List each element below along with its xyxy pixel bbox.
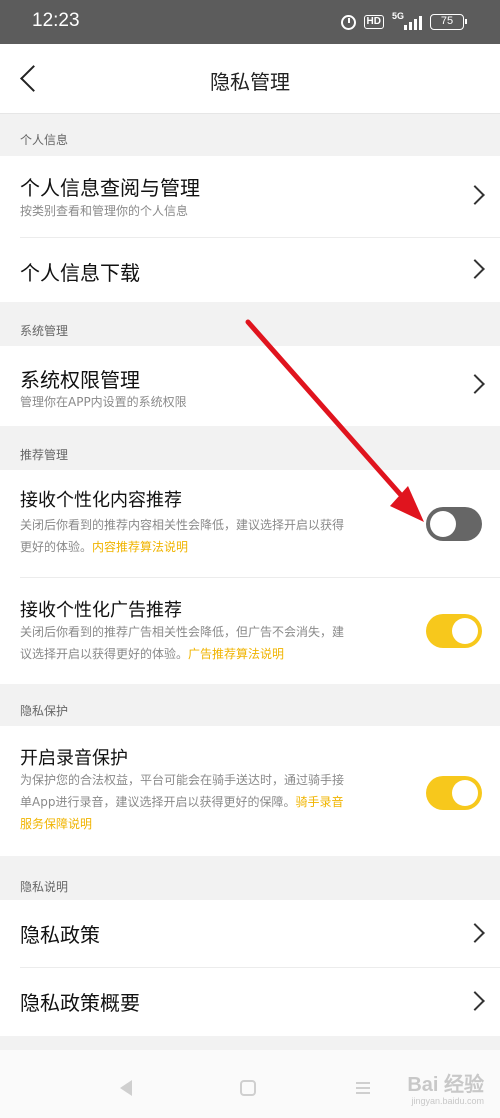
row-title: 开启录音保护	[20, 748, 128, 769]
watermark-url: jingyan.baidu.com	[411, 1096, 484, 1106]
row-recording-protection: 开启录音保护 为保护您的合法权益，平台可能会在骑手送达时，通过骑手接 单App进…	[0, 726, 500, 856]
row-personal-info-view[interactable]: 个人信息查阅与管理 按类别查看和管理你的个人信息	[0, 156, 500, 238]
network-type: 5G	[392, 11, 405, 21]
signal-icon: 5G	[392, 11, 422, 30]
toggle-knob	[452, 618, 478, 644]
row-subtitle: 按类别查看和管理你的个人信息	[20, 204, 189, 218]
nav-bar: 隐私管理	[0, 44, 500, 114]
section-header-privacy-protect: 隐私保护	[20, 704, 69, 718]
chevron-right-icon	[465, 259, 485, 279]
content-algorithm-link[interactable]: 内容推荐算法说明	[92, 540, 188, 554]
ad-recommend-toggle[interactable]	[426, 614, 482, 648]
row-personal-info-download[interactable]: 个人信息下载	[0, 238, 500, 302]
row-subtitle: 管理你在APP内设置的系统权限	[20, 395, 187, 409]
content-recommend-toggle[interactable]	[426, 507, 482, 541]
status-time: 12:23	[32, 10, 80, 31]
chevron-right-icon	[465, 923, 485, 943]
status-icons: HD 5G 75	[340, 11, 467, 32]
description-line-2: 单App进行录音，建议选择开启以获得更好的保障。骑手录音	[20, 791, 344, 813]
description-text: 更好的体验。	[20, 540, 93, 554]
recording-link-part2[interactable]: 服务保障说明	[20, 813, 344, 835]
description-line-1: 关闭后你看到的推荐广告相关性会降低，但广告不会消失，建	[20, 625, 345, 639]
chevron-right-icon	[465, 991, 485, 1011]
hd-icon: HD	[363, 15, 384, 29]
recording-link-part1[interactable]: 骑手录音	[295, 795, 343, 809]
row-privacy-policy[interactable]: 隐私政策	[0, 900, 500, 968]
row-ad-recommend: 接收个性化广告推荐 关闭后你看到的推荐广告相关性会降低，但广告不会消失，建 议选…	[0, 578, 500, 684]
description-line-2: 更好的体验。内容推荐算法说明	[20, 536, 344, 558]
chevron-right-icon	[465, 185, 485, 205]
battery-icon: 75	[430, 14, 467, 30]
section-header-privacy-desc: 隐私说明	[20, 880, 69, 894]
chevron-right-icon	[465, 374, 485, 394]
row-title: 隐私政策	[20, 923, 100, 947]
watermark-logo: Bai 经验	[407, 1074, 484, 1096]
row-title: 接收个性化内容推荐	[20, 490, 182, 511]
row-description: 关闭后你看到的推荐内容相关性会降低，建议选择开启以获得 更好的体验。内容推荐算法…	[20, 514, 344, 558]
recording-protection-toggle[interactable]	[426, 776, 482, 810]
row-description: 关闭后你看到的推荐广告相关性会降低，但广告不会消失，建 议选择开启以获得更好的体…	[20, 621, 344, 665]
description-text: 议选择开启以获得更好的体验。	[20, 647, 189, 661]
row-title: 接收个性化广告推荐	[20, 600, 182, 621]
home-square-icon[interactable]	[240, 1080, 256, 1096]
row-description: 为保护您的合法权益，平台可能会在骑手送达时，通过骑手接 单App进行录音，建议选…	[20, 769, 344, 835]
row-title: 个人信息下载	[20, 261, 140, 285]
menu-lines-icon[interactable]	[356, 1082, 370, 1094]
status-bar: 12:23 HD 5G 75	[0, 0, 500, 44]
row-system-permissions[interactable]: 系统权限管理 管理你在APP内设置的系统权限	[0, 346, 500, 426]
toggle-knob	[430, 511, 456, 537]
ad-algorithm-link[interactable]: 广告推荐算法说明	[188, 647, 284, 661]
alarm-icon	[340, 14, 356, 30]
description-line-2: 议选择开启以获得更好的体验。广告推荐算法说明	[20, 643, 344, 665]
page-title: 隐私管理	[210, 70, 290, 94]
row-title: 隐私政策概要	[20, 991, 140, 1015]
section-header-personal-info: 个人信息	[20, 133, 69, 147]
triangle-back-icon[interactable]	[120, 1080, 132, 1096]
section-header-system-mgmt: 系统管理	[20, 324, 69, 338]
description-line-1: 关闭后你看到的推荐内容相关性会降低，建议选择开启以获得	[20, 518, 345, 532]
section-header-recommend-mgmt: 推荐管理	[20, 448, 69, 462]
toggle-knob	[452, 780, 478, 806]
description-text: 单App进行录音，建议选择开启以获得更好的保障。	[20, 795, 296, 809]
description-line-1: 为保护您的合法权益，平台可能会在骑手送达时，通过骑手接	[20, 773, 345, 787]
row-title: 个人信息查阅与管理	[20, 176, 200, 200]
row-title: 系统权限管理	[20, 368, 140, 392]
row-privacy-policy-summary[interactable]: 隐私政策概要	[0, 968, 500, 1036]
row-content-recommend: 接收个性化内容推荐 关闭后你看到的推荐内容相关性会降低，建议选择开启以获得 更好…	[0, 470, 500, 578]
